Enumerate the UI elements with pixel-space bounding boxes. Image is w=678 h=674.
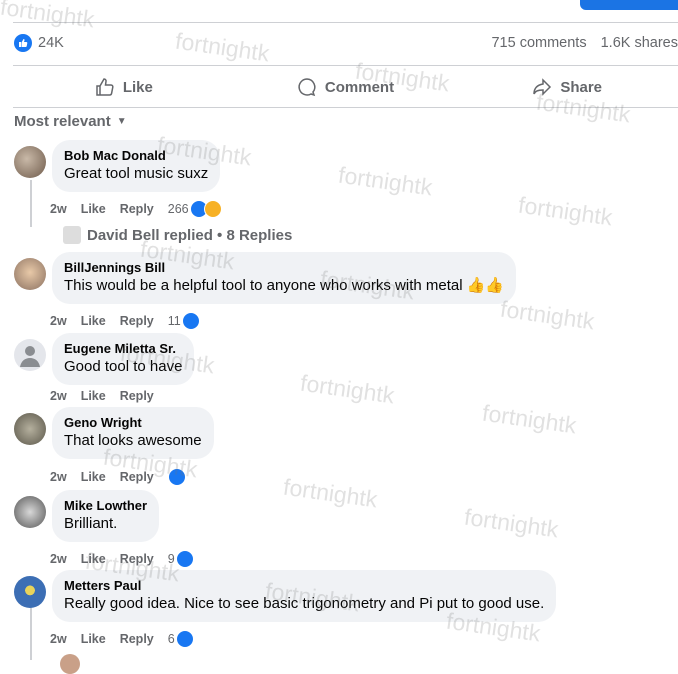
comment-button[interactable]: Comment <box>235 72 457 102</box>
comment-reply-button[interactable]: Reply <box>120 314 154 328</box>
view-replies-link[interactable]: David Bell replied • 8 Replies <box>63 226 292 244</box>
reaction-summary[interactable]: 24K <box>14 34 64 52</box>
comment-icon <box>298 78 316 97</box>
reaction-count[interactable]: 266 <box>168 202 189 216</box>
comment-bubble: Eugene Miletta Sr. Good tool to have <box>52 333 195 385</box>
comment-like-button[interactable]: Like <box>81 314 106 328</box>
shares-count[interactable]: 1.6K shares <box>601 35 678 51</box>
divider <box>13 107 678 108</box>
post-stats: 24K 715 comments 1.6K shares <box>14 34 678 56</box>
likes-count: 24K <box>38 35 64 51</box>
comment-actions: 2w Like Reply <box>50 389 168 403</box>
avatar[interactable] <box>14 258 46 290</box>
comment-bubble: Mike Lowther Brilliant. <box>52 490 160 542</box>
comment-bubble: Metters Paul Really good idea. Nice to s… <box>52 570 557 622</box>
divider <box>13 65 678 66</box>
commenter-name[interactable]: Bob Mac Donald <box>64 148 208 164</box>
like-reaction-icon <box>175 630 194 648</box>
divider <box>13 22 678 23</box>
comment-reply-button[interactable]: Reply <box>120 632 154 646</box>
comment-actions: 2w Like Reply <box>50 468 200 486</box>
comment-actions: 2w Like Reply 11 <box>50 312 214 330</box>
comment-text: That looks awesome <box>64 432 202 449</box>
avatar[interactable] <box>14 496 46 528</box>
like-button[interactable]: Like <box>13 72 235 102</box>
comment-time[interactable]: 2w <box>50 389 67 403</box>
avatar[interactable] <box>60 654 80 674</box>
thread-line <box>30 180 32 227</box>
comment-bubble: Geno Wright That looks awesome <box>52 407 214 459</box>
default-avatar-icon[interactable] <box>14 339 46 371</box>
reaction-count[interactable]: 11 <box>168 314 181 328</box>
watermark: fortnightk <box>336 161 435 201</box>
comment-text: Really good idea. Nice to see basic trig… <box>64 595 545 612</box>
like-reaction-icon <box>181 312 200 330</box>
reaction-count[interactable]: 9 <box>168 552 175 566</box>
comment-time[interactable]: 2w <box>50 202 67 216</box>
commenter-name[interactable]: Geno Wright <box>64 415 202 431</box>
comments-count[interactable]: 715 comments <box>491 35 586 51</box>
commenter-name[interactable]: BillJennings Bill <box>64 260 504 276</box>
share-icon <box>533 78 552 96</box>
commenter-name[interactable]: Mike Lowther <box>64 498 147 514</box>
comment-like-button[interactable]: Like <box>81 202 106 216</box>
commenter-name[interactable]: Eugene Miletta Sr. <box>64 341 182 357</box>
caret-down-icon: ▼ <box>116 116 127 127</box>
comment-actions: 2w Like Reply 6 <box>50 630 208 648</box>
comment-reply-button[interactable]: Reply <box>120 389 154 403</box>
like-reaction-icon <box>14 34 32 52</box>
like-reaction-icon[interactable] <box>167 468 186 486</box>
commenter-name[interactable]: Metters Paul <box>64 578 544 594</box>
replier-avatar <box>63 226 81 244</box>
watermark: fortnightk <box>0 0 97 33</box>
comment-time[interactable]: 2w <box>50 470 67 484</box>
comment-text: Brilliant. <box>64 515 118 532</box>
reaction-count[interactable]: 6 <box>168 632 175 646</box>
comment-like-button[interactable]: Like <box>81 389 106 403</box>
comment-actions: 2w Like Reply 266 <box>50 200 236 218</box>
watermark: fortnightk <box>480 399 579 439</box>
comment-time[interactable]: 2w <box>50 552 67 566</box>
watermark: fortnightk <box>298 369 397 409</box>
avatar[interactable] <box>14 413 46 445</box>
avatar[interactable] <box>14 146 46 178</box>
thumbs-up-icon <box>96 78 114 96</box>
watermark: fortnightk <box>498 295 597 335</box>
avatar[interactable] <box>14 576 46 608</box>
comment-text: Great tool music suxz <box>64 165 209 182</box>
sort-dropdown[interactable]: Most relevant ▼ <box>14 113 127 130</box>
watermark: fortnightk <box>516 191 615 231</box>
comment-text: Good tool to have <box>64 358 183 375</box>
like-reaction-icon <box>175 550 194 568</box>
comment-actions: 2w Like Reply 9 <box>50 550 208 568</box>
comment-bubble: BillJennings Bill This would be a helpfu… <box>52 252 517 304</box>
watermark: fortnightk <box>281 473 380 513</box>
watermark: fortnightk <box>462 503 561 543</box>
comment-like-button[interactable]: Like <box>81 552 106 566</box>
comment-bubble: Bob Mac Donald Great tool music suxz <box>52 140 221 192</box>
comment-reply-button[interactable]: Reply <box>120 470 154 484</box>
comment-time[interactable]: 2w <box>50 632 67 646</box>
haha-reaction-icon <box>203 200 222 218</box>
share-button[interactable]: Share <box>456 72 678 102</box>
comment-time[interactable]: 2w <box>50 314 67 328</box>
comment-text: This would be a helpful tool to anyone w… <box>64 277 505 294</box>
thread-line <box>30 604 32 660</box>
comment-like-button[interactable]: Like <box>81 470 106 484</box>
post-actions: Like Comment Share <box>13 72 678 102</box>
comment-like-button[interactable]: Like <box>81 632 106 646</box>
comment-reply-button[interactable]: Reply <box>120 552 154 566</box>
comment-reply-button[interactable]: Reply <box>120 202 154 216</box>
primary-button[interactable] <box>580 0 678 10</box>
